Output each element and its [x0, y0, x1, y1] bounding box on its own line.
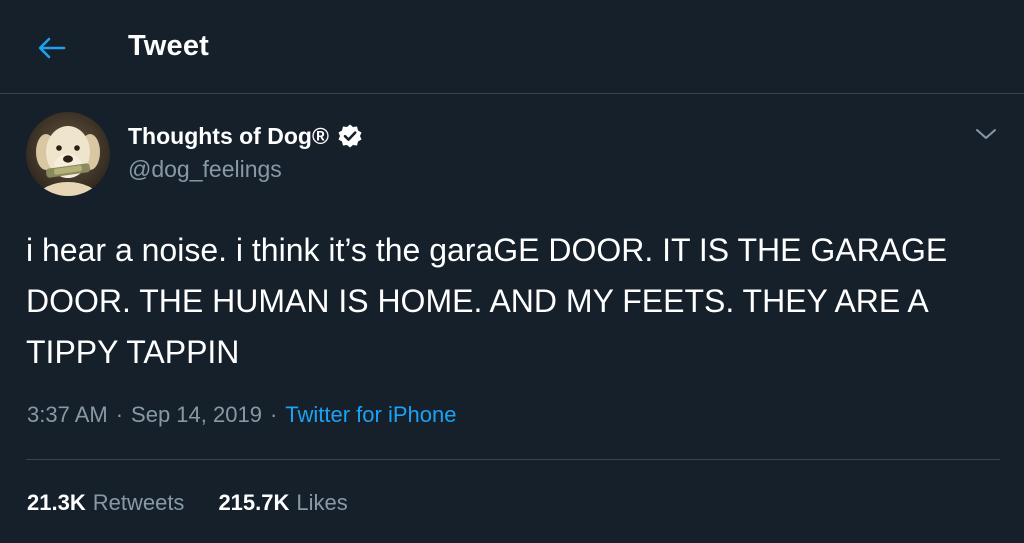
dog-avatar-image — [26, 112, 110, 196]
tweet-time[interactable]: 3:37 AM — [27, 402, 108, 428]
verified-badge-icon — [337, 123, 363, 149]
avatar[interactable] — [26, 112, 110, 196]
meta-separator: · — [115, 402, 124, 427]
chevron-down-icon — [976, 129, 996, 139]
likes-stat[interactable]: 215.7K Likes — [218, 490, 347, 516]
likes-label: Likes — [296, 490, 348, 515]
tweet-stats: 21.3K Retweets 215.7K Likes — [27, 490, 382, 516]
tweet-meta: 3:37 AM · Sep 14, 2019 · Twitter for iPh… — [27, 402, 456, 428]
retweets-label: Retweets — [92, 490, 185, 515]
tweet-header: Tweet — [0, 0, 1024, 94]
arrow-left-icon — [38, 37, 66, 59]
tweet-date[interactable]: Sep 14, 2019 — [131, 402, 262, 428]
likes-count: 215.7K — [218, 490, 290, 515]
author-name-row[interactable]: Thoughts of Dog® — [128, 120, 363, 152]
tweet-source-link[interactable]: Twitter for iPhone — [285, 402, 456, 428]
retweets-stat[interactable]: 21.3K Retweets — [27, 490, 184, 516]
meta-separator: · — [269, 402, 278, 427]
back-button[interactable] — [30, 28, 74, 68]
page-title: Tweet — [128, 30, 210, 62]
retweets-count: 21.3K — [27, 490, 86, 515]
author-handle[interactable]: @dog_feelings — [128, 156, 282, 183]
divider — [26, 459, 1000, 460]
tweet-text: i hear a noise. i think it’s the garaGE … — [26, 232, 948, 370]
tweet-menu-button[interactable] — [970, 118, 1002, 150]
author-display-name: Thoughts of Dog® — [128, 122, 329, 149]
